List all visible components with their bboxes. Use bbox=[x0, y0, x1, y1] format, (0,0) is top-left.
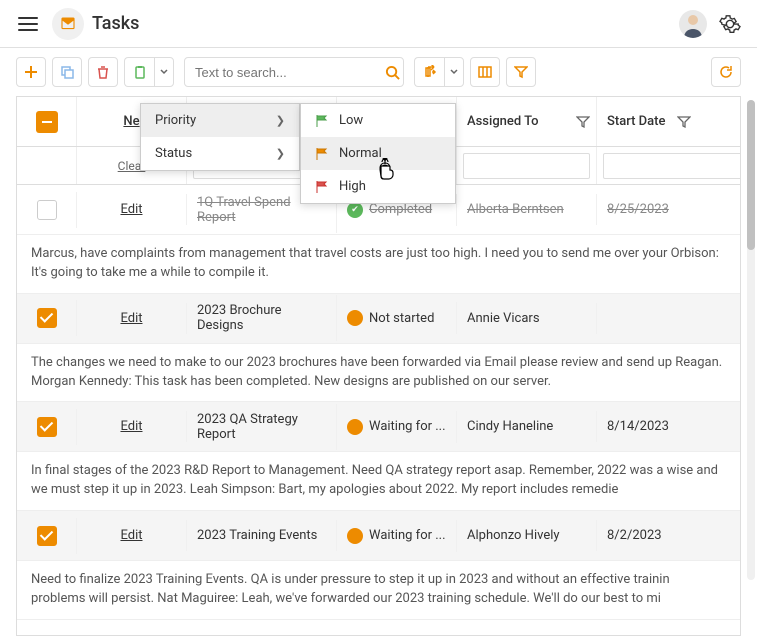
flag-icon bbox=[315, 114, 329, 128]
table-row[interactable]: Edit 2023 QA Strategy Report Waiting for .… bbox=[17, 402, 740, 452]
priority-high[interactable]: High bbox=[301, 170, 455, 203]
assigned-filter-input[interactable] bbox=[463, 153, 590, 179]
date-text: 8/2/2023 bbox=[607, 528, 662, 543]
search-box bbox=[184, 57, 404, 87]
date-text: 8/25/2023 bbox=[607, 202, 669, 217]
export-dropdown[interactable] bbox=[444, 57, 464, 87]
filter-settings-button[interactable] bbox=[506, 57, 536, 87]
date-filter-input[interactable] bbox=[603, 153, 741, 179]
app-header: Tasks bbox=[0, 0, 757, 48]
chevron-right-icon: ❯ bbox=[276, 147, 285, 160]
table-row[interactable]: Edit 2023 Brochure Designs Not started Anni… bbox=[17, 294, 740, 344]
filter-icon[interactable] bbox=[677, 115, 691, 129]
context-item-status[interactable]: Status❯ bbox=[141, 137, 299, 170]
app-logo-icon bbox=[52, 8, 84, 40]
paste-button[interactable] bbox=[124, 57, 154, 87]
row-description: Marcus, have complaints from management … bbox=[17, 235, 740, 294]
copy-button[interactable] bbox=[52, 57, 82, 87]
date-text: 8/14/2023 bbox=[607, 419, 669, 434]
status-text: Waiting for ... bbox=[369, 528, 446, 543]
edit-link[interactable]: Edit bbox=[120, 419, 142, 434]
flag-icon bbox=[315, 180, 329, 194]
toolbar bbox=[0, 48, 757, 96]
status-text: Waiting for ... bbox=[369, 419, 446, 434]
refresh-button[interactable] bbox=[711, 57, 741, 87]
filter-icon[interactable] bbox=[576, 115, 590, 129]
assigned-text: Cindy Haneline bbox=[467, 419, 553, 434]
context-item-priority[interactable]: Priority❯ bbox=[141, 104, 299, 137]
paste-dropdown[interactable] bbox=[154, 57, 174, 87]
row-description: In final stages of the 2023 R&D Report t… bbox=[17, 452, 740, 511]
row-checkbox[interactable] bbox=[37, 308, 57, 328]
row-description: Need to finalize 2023 Training Events. Q… bbox=[17, 561, 740, 620]
search-input[interactable] bbox=[185, 65, 381, 80]
row-description: The changes we need to make to our 2023 … bbox=[17, 344, 740, 403]
subject-text: 2023 QA Strategy Report bbox=[197, 412, 326, 442]
priority-normal[interactable]: Normal bbox=[301, 137, 455, 170]
select-all-checkbox[interactable] bbox=[36, 111, 58, 133]
export-button[interactable] bbox=[414, 57, 444, 87]
flag-icon bbox=[315, 147, 329, 161]
subject-text: 2023 Training Events bbox=[197, 528, 317, 543]
menu-icon[interactable] bbox=[16, 12, 40, 36]
priority-low[interactable]: Low bbox=[301, 104, 455, 137]
table-row[interactable]: Edit 2023 Training Events Waiting for ... A… bbox=[17, 511, 740, 561]
edit-link[interactable]: Edit bbox=[120, 202, 142, 217]
assigned-header[interactable]: Assigned To bbox=[457, 97, 597, 146]
row-checkbox[interactable] bbox=[37, 526, 57, 546]
page-title: Tasks bbox=[92, 13, 139, 34]
columns-button[interactable] bbox=[470, 57, 500, 87]
new-button[interactable] bbox=[16, 57, 46, 87]
delete-button[interactable] bbox=[88, 57, 118, 87]
edit-link[interactable]: Edit bbox=[120, 311, 142, 326]
subject-text: 2023 Brochure Designs bbox=[197, 303, 326, 333]
status-text: Completed bbox=[369, 202, 432, 217]
context-submenu-priority: Low Normal High bbox=[300, 103, 456, 204]
gear-icon[interactable] bbox=[719, 13, 741, 35]
row-checkbox[interactable] bbox=[37, 417, 57, 437]
status-icon bbox=[347, 310, 363, 326]
status-icon bbox=[347, 528, 363, 544]
scrollbar-thumb[interactable] bbox=[747, 100, 755, 250]
avatar[interactable] bbox=[679, 10, 707, 38]
assigned-text: Alphonzo Hively bbox=[467, 528, 560, 543]
chevron-right-icon: ❯ bbox=[276, 114, 285, 127]
scrollbar[interactable] bbox=[747, 100, 755, 580]
edit-link[interactable]: Edit bbox=[120, 528, 142, 543]
assigned-text: Alberta Berntsen bbox=[467, 202, 564, 217]
status-icon bbox=[347, 419, 363, 435]
context-menu: Priority❯ Status❯ bbox=[140, 103, 300, 171]
status-text: Not started bbox=[369, 311, 434, 326]
assigned-text: Annie Vicars bbox=[467, 311, 540, 326]
search-icon[interactable] bbox=[381, 58, 403, 86]
row-checkbox[interactable] bbox=[37, 200, 57, 220]
date-header[interactable]: Start Date bbox=[597, 97, 697, 146]
select-all-header[interactable] bbox=[17, 97, 77, 146]
